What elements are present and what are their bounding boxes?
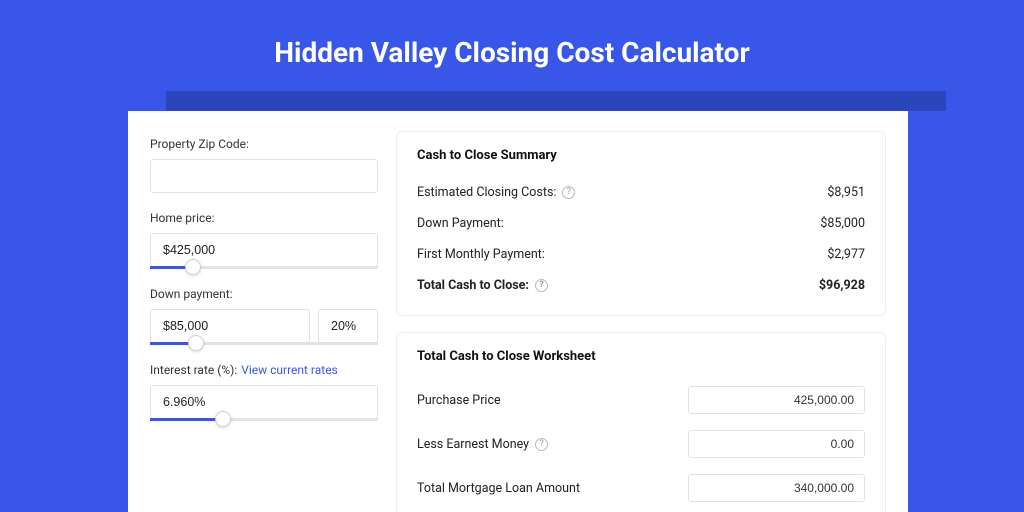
home-price-slider-thumb[interactable] <box>185 259 201 275</box>
help-icon[interactable]: ? <box>535 438 548 451</box>
field-interest-rate: Interest rate (%): View current rates <box>150 363 378 421</box>
page-title: Hidden Valley Closing Cost Calculator <box>0 0 1024 91</box>
inputs-sidebar: Property Zip Code: Home price: Down paym… <box>150 131 378 512</box>
summary-row-down-payment: Down Payment: $85,000 <box>417 208 865 239</box>
worksheet-row-label: Purchase Price <box>417 393 501 408</box>
summary-row-value: $8,951 <box>827 185 865 200</box>
home-price-label: Home price: <box>150 211 378 225</box>
summary-total-value: $96,928 <box>819 278 865 293</box>
interest-rate-label: Interest rate (%): View current rates <box>150 363 378 377</box>
interest-rate-label-text: Interest rate (%): <box>150 363 237 377</box>
zip-input[interactable] <box>150 159 378 193</box>
home-price-slider[interactable] <box>150 266 378 269</box>
interest-rate-input[interactable] <box>150 385 378 419</box>
summary-card: Cash to Close Summary Estimated Closing … <box>396 131 886 316</box>
worksheet-purchase-price-input[interactable] <box>688 386 865 414</box>
worksheet-row-mortgage-amount: Total Mortgage Loan Amount <box>417 466 865 510</box>
summary-title: Cash to Close Summary <box>417 148 865 163</box>
down-payment-slider[interactable] <box>150 342 378 345</box>
summary-row-value: $85,000 <box>820 216 865 231</box>
worksheet-row-earnest-money: Less Earnest Money ? <box>417 422 865 466</box>
summary-row-closing-costs: Estimated Closing Costs: ? $8,951 <box>417 177 865 208</box>
down-payment-slider-thumb[interactable] <box>188 335 204 351</box>
summary-row-label: Estimated Closing Costs: <box>417 185 556 200</box>
help-icon[interactable]: ? <box>562 186 575 199</box>
zip-label: Property Zip Code: <box>150 137 378 151</box>
results-column: Cash to Close Summary Estimated Closing … <box>396 131 886 512</box>
down-payment-input[interactable] <box>150 309 310 343</box>
worksheet-row-purchase-price: Purchase Price <box>417 378 865 422</box>
worksheet-title: Total Cash to Close Worksheet <box>417 349 865 364</box>
down-payment-pct-input[interactable] <box>318 309 378 343</box>
worksheet-row-label: Less Earnest Money <box>417 437 529 452</box>
home-price-input[interactable] <box>150 233 378 267</box>
interest-rate-slider-fill <box>150 418 223 421</box>
worksheet-mortgage-amount-input[interactable] <box>688 474 865 502</box>
view-rates-link[interactable]: View current rates <box>241 363 338 377</box>
interest-rate-slider[interactable] <box>150 418 378 421</box>
summary-row-total: Total Cash to Close: ? $96,928 <box>417 270 865 301</box>
calculator-panel: Property Zip Code: Home price: Down paym… <box>128 111 908 512</box>
interest-rate-slider-thumb[interactable] <box>215 411 231 427</box>
worksheet-card: Total Cash to Close Worksheet Purchase P… <box>396 332 886 512</box>
down-payment-label: Down payment: <box>150 287 378 301</box>
summary-row-label: Down Payment: <box>417 216 504 231</box>
worksheet-earnest-money-input[interactable] <box>688 430 865 458</box>
summary-row-label: First Monthly Payment: <box>417 247 545 262</box>
field-zip: Property Zip Code: <box>150 137 378 193</box>
summary-row-first-payment: First Monthly Payment: $2,977 <box>417 239 865 270</box>
worksheet-row-label: Total Mortgage Loan Amount <box>417 481 580 496</box>
field-home-price: Home price: <box>150 211 378 269</box>
summary-row-value: $2,977 <box>827 247 865 262</box>
help-icon[interactable]: ? <box>535 279 548 292</box>
field-down-payment: Down payment: <box>150 287 378 345</box>
summary-total-label: Total Cash to Close: <box>417 278 529 293</box>
panel-shadow <box>166 91 946 111</box>
